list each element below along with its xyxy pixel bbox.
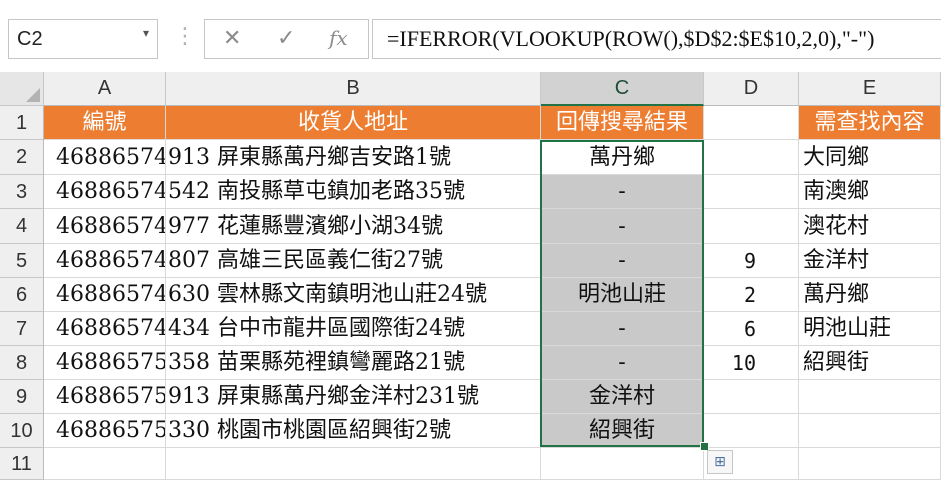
cell-b[interactable]: 630 雲林縣文南鎮明池山莊24號 bbox=[166, 278, 541, 312]
cell-e[interactable]: 萬丹鄉 bbox=[799, 278, 941, 312]
column-header-b[interactable]: B bbox=[166, 72, 541, 106]
header-cell-b[interactable]: 收貨人地址 bbox=[166, 106, 541, 140]
row-header[interactable]: 8 bbox=[0, 346, 44, 380]
cell-c[interactable]: 紹興街 bbox=[541, 414, 704, 448]
cell-b[interactable]: 542 南投縣草屯鎮加老路35號 bbox=[166, 175, 541, 209]
column-header-a[interactable]: A bbox=[44, 72, 166, 106]
row-header[interactable]: 2 bbox=[0, 140, 44, 175]
formula-text: =IFERROR(VLOOKUP(ROW(),$D$2:$E$10,2,0),"… bbox=[387, 26, 875, 51]
select-all-button[interactable] bbox=[0, 72, 44, 106]
select-all-triangle-icon bbox=[26, 88, 40, 102]
row-header[interactable]: 9 bbox=[0, 380, 44, 414]
cell-d[interactable]: 9 bbox=[704, 244, 799, 278]
row-header[interactable]: 4 bbox=[0, 209, 44, 244]
cell-c[interactable]: 萬丹鄉 bbox=[541, 140, 704, 175]
cell-e[interactable]: 明池山莊 bbox=[799, 312, 941, 346]
name-box-value: C2 bbox=[17, 28, 43, 50]
cell-d[interactable]: 10 bbox=[704, 346, 799, 380]
cell-d[interactable]: 2 bbox=[704, 278, 799, 312]
cell-e[interactable] bbox=[799, 414, 941, 448]
insert-function-icon[interactable]: fx bbox=[329, 26, 348, 50]
cell-c[interactable]: - bbox=[541, 244, 704, 278]
cell-d[interactable] bbox=[704, 209, 799, 244]
cell-a[interactable]: 468865752 bbox=[44, 414, 166, 448]
cell-a[interactable]: 468865751 bbox=[44, 380, 166, 414]
cell-c[interactable]: - bbox=[541, 209, 704, 244]
cell-d[interactable]: 6 bbox=[704, 312, 799, 346]
cell-b[interactable]: 977 花蓮縣豐濱鄉小湖34號 bbox=[166, 209, 541, 244]
header-cell-a[interactable]: 編號 bbox=[44, 106, 166, 140]
column-header-e[interactable]: E bbox=[799, 72, 941, 106]
column-header-d[interactable]: D bbox=[704, 72, 799, 106]
name-box[interactable]: C2 ▾ bbox=[8, 19, 158, 59]
cell-c[interactable] bbox=[541, 448, 704, 480]
cell-b[interactable]: 434 台中市龍井區國際街24號 bbox=[166, 312, 541, 346]
cell-c[interactable]: - bbox=[541, 312, 704, 346]
formula-bar-area: C2 ▾ ⋮ ✕ ✓ fx =IFERROR(VLOOKUP(ROW(),$D$… bbox=[0, 0, 941, 80]
formula-buttons: ✕ ✓ fx bbox=[204, 19, 369, 59]
formula-input[interactable]: =IFERROR(VLOOKUP(ROW(),$D$2:$E$10,2,0),"… bbox=[372, 19, 941, 59]
cell-e[interactable]: 金洋村 bbox=[799, 244, 941, 278]
quick-analysis-icon[interactable]: ⊞ bbox=[707, 450, 733, 474]
row-header[interactable]: 1 bbox=[0, 106, 44, 140]
column-header-c[interactable]: C bbox=[541, 72, 704, 106]
cell-a[interactable] bbox=[44, 448, 166, 480]
cell-d[interactable] bbox=[704, 380, 799, 414]
header-cell-e[interactable]: 需查找內容 bbox=[799, 106, 941, 140]
cell-a[interactable]: 468865747 bbox=[44, 244, 166, 278]
cell-a[interactable]: 468865750 bbox=[44, 346, 166, 380]
cancel-icon[interactable]: ✕ bbox=[223, 26, 241, 51]
cell-e[interactable]: 澳花村 bbox=[799, 209, 941, 244]
row-header[interactable]: 7 bbox=[0, 312, 44, 346]
cell-a[interactable]: 468865744 bbox=[44, 140, 166, 175]
cell-e[interactable]: 紹興街 bbox=[799, 346, 941, 380]
cell-b[interactable]: 913 屏東縣萬丹鄉金洋村231號 bbox=[166, 380, 541, 414]
cell-c[interactable]: - bbox=[541, 175, 704, 209]
cell-b[interactable]: 807 高雄三民區義仁街27號 bbox=[166, 244, 541, 278]
cell-e[interactable] bbox=[799, 448, 941, 480]
row-header[interactable]: 5 bbox=[0, 244, 44, 278]
cell-c[interactable]: 金洋村 bbox=[541, 380, 704, 414]
chevron-down-icon[interactable]: ▾ bbox=[143, 26, 149, 40]
row-header[interactable]: 6 bbox=[0, 278, 44, 312]
cell-b[interactable]: 913 屏東縣萬丹鄉吉安路1號 bbox=[166, 140, 541, 175]
enter-check-icon[interactable]: ✓ bbox=[277, 26, 295, 51]
cell-b[interactable]: 358 苗栗縣苑裡鎮彎麗路21號 bbox=[166, 346, 541, 380]
drag-handle-icon[interactable]: ⋮ bbox=[174, 24, 196, 49]
row-header[interactable]: 10 bbox=[0, 414, 44, 448]
cell-e[interactable]: 南澳鄉 bbox=[799, 175, 941, 209]
cell-b[interactable]: 330 桃園市桃園區紹興街2號 bbox=[166, 414, 541, 448]
header-cell-d[interactable] bbox=[704, 106, 799, 140]
header-cell-c[interactable]: 回傳搜尋結果 bbox=[541, 106, 704, 140]
cell-a[interactable]: 468865748 bbox=[44, 278, 166, 312]
cell-b[interactable] bbox=[166, 448, 541, 480]
cell-c[interactable]: - bbox=[541, 346, 704, 380]
cell-a[interactable]: 468865746 bbox=[44, 209, 166, 244]
cell-a[interactable]: 468865749 bbox=[44, 312, 166, 346]
row-header[interactable]: 11 bbox=[0, 448, 44, 480]
row-header[interactable]: 3 bbox=[0, 175, 44, 209]
cell-d[interactable] bbox=[704, 175, 799, 209]
cell-d[interactable] bbox=[704, 414, 799, 448]
cell-e[interactable] bbox=[799, 380, 941, 414]
cell-e[interactable]: 大同鄉 bbox=[799, 140, 941, 175]
cell-a[interactable]: 468865745 bbox=[44, 175, 166, 209]
cell-c[interactable]: 明池山莊 bbox=[541, 278, 704, 312]
cell-d[interactable] bbox=[704, 140, 799, 175]
